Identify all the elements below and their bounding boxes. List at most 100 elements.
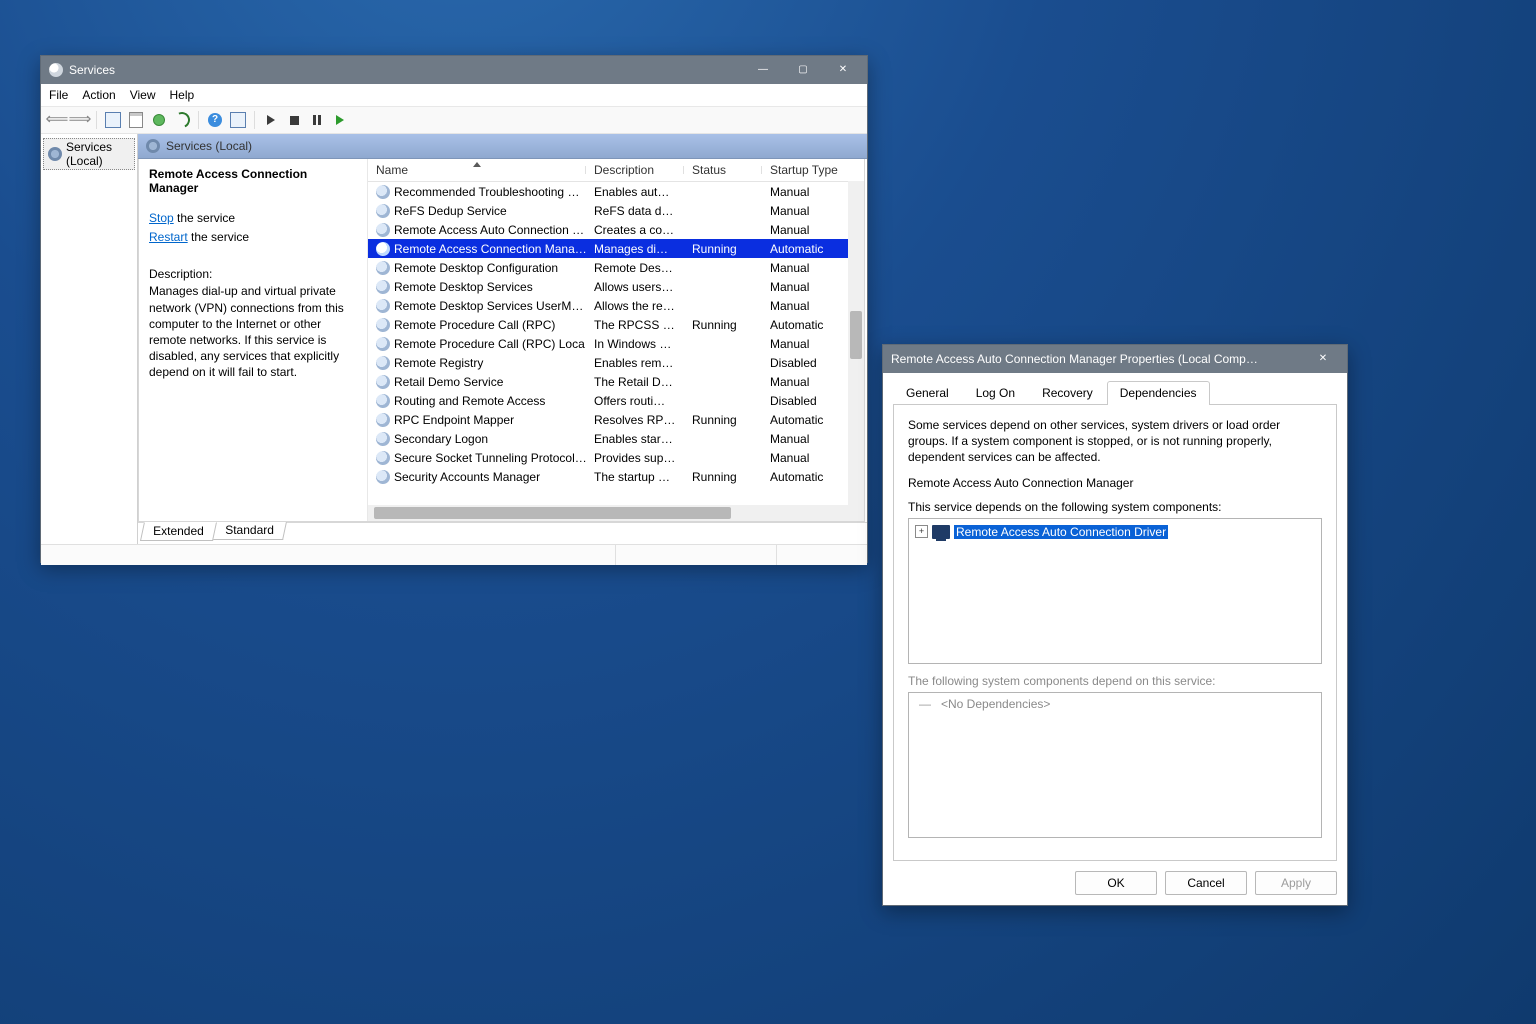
show-hide-tree-button[interactable]	[103, 110, 123, 130]
service-desc-cell: The RPCSS s…	[586, 318, 684, 332]
vertical-scrollbar[interactable]	[848, 181, 864, 505]
apply-button[interactable]: Apply	[1255, 871, 1337, 895]
service-desc-cell: Resolves RP…	[586, 413, 684, 427]
console-tree[interactable]: Services (Local)	[41, 134, 138, 544]
nav-forward-button[interactable]: ⟹	[70, 110, 90, 130]
service-row[interactable]: Remote Access Auto Connection …Creates a…	[368, 220, 864, 239]
start-service-button[interactable]	[261, 110, 281, 130]
horizontal-scrollbar[interactable]	[368, 505, 864, 521]
tab-dependencies[interactable]: Dependencies	[1107, 381, 1210, 405]
service-desc-cell: In Windows …	[586, 337, 684, 351]
view-tabs: Extended Standard	[138, 522, 867, 544]
tab-extended[interactable]: Extended	[140, 522, 217, 541]
no-dependencies-item: — <No Dependencies>	[915, 697, 1315, 711]
service-icon	[376, 280, 390, 294]
pause-service-button[interactable]	[307, 110, 327, 130]
service-icon	[376, 204, 390, 218]
gear-icon	[48, 147, 62, 161]
refresh-button[interactable]	[149, 110, 169, 130]
service-row[interactable]: Retail Demo ServiceThe Retail D…Manual	[368, 372, 864, 391]
service-row[interactable]: Remote RegistryEnables rem…Disabled	[368, 353, 864, 372]
service-row[interactable]: ReFS Dedup ServiceReFS data d…Manual	[368, 201, 864, 220]
service-icon	[376, 337, 390, 351]
column-button[interactable]	[228, 110, 248, 130]
services-grid[interactable]: Name Description Status Startup Type Rec…	[368, 159, 864, 521]
properties-button[interactable]	[126, 110, 146, 130]
grid-header[interactable]: Name Description Status Startup Type	[368, 159, 864, 182]
selected-service-name: Remote Access Connection Manager	[149, 167, 357, 195]
menu-file[interactable]: File	[49, 88, 68, 102]
dialog-buttons: OK Cancel Apply	[893, 861, 1337, 895]
tab-general[interactable]: General	[893, 381, 962, 405]
tab-log-on[interactable]: Log On	[963, 381, 1028, 405]
restart-service-link[interactable]: Restart	[149, 230, 188, 244]
pane-title: Services (Local)	[166, 139, 252, 153]
dependents-tree[interactable]: — <No Dependencies>	[908, 692, 1322, 838]
service-row[interactable]: Remote Procedure Call (RPC) Loca…In Wind…	[368, 334, 864, 353]
minimize-button[interactable]: —	[743, 56, 783, 84]
help-button[interactable]: ?	[205, 110, 225, 130]
depends-on-tree[interactable]: + Remote Access Auto Connection Driver	[908, 518, 1322, 664]
service-name-cell: Remote Registry	[394, 356, 483, 370]
service-row[interactable]: Remote Access Connection Mana…Manages di…	[368, 239, 864, 258]
service-row[interactable]: Recommended Troubleshooting …Enables aut…	[368, 182, 864, 201]
stop-service-link[interactable]: Stop	[149, 211, 174, 225]
properties-title: Remote Access Auto Connection Manager Pr…	[891, 352, 1303, 366]
restart-service-button[interactable]	[330, 110, 350, 130]
service-icon	[376, 470, 390, 484]
service-icon	[376, 223, 390, 237]
service-row[interactable]: RPC Endpoint MapperResolves RP…RunningAu…	[368, 410, 864, 429]
tree-services-local[interactable]: Services (Local)	[43, 138, 135, 170]
dependencies-service-name: Remote Access Auto Connection Manager	[908, 476, 1322, 490]
service-row[interactable]: Security Accounts Manager The startup …Ru…	[368, 467, 864, 486]
service-row[interactable]: Routing and Remote AccessOffers routi…Di…	[368, 391, 864, 410]
description-text: Manages dial-up and virtual private netw…	[149, 283, 357, 380]
service-name-cell: Recommended Troubleshooting …	[394, 185, 579, 199]
service-icon	[376, 375, 390, 389]
service-row[interactable]: Remote Desktop Services UserM…Allows the…	[368, 296, 864, 315]
col-description[interactable]: Description	[586, 163, 684, 177]
col-name[interactable]: Name	[368, 163, 586, 177]
dependents-label: The following system components depend o…	[908, 674, 1322, 688]
description-label: Description:	[149, 267, 357, 281]
service-name-cell: Secondary Logon	[394, 432, 488, 446]
service-icon	[376, 394, 390, 408]
expand-icon[interactable]: +	[915, 525, 928, 538]
service-row[interactable]: Remote Desktop ConfigurationRemote Des…M…	[368, 258, 864, 277]
maximize-button[interactable]: ▢	[783, 56, 823, 84]
export-list-button[interactable]	[172, 110, 192, 130]
service-name-cell: Security Accounts Manager	[394, 470, 540, 484]
service-row[interactable]: Secure Socket Tunneling Protocol…Provide…	[368, 448, 864, 467]
tree-root-label: Services (Local)	[66, 140, 130, 168]
cancel-button[interactable]: Cancel	[1165, 871, 1247, 895]
col-status[interactable]: Status	[684, 163, 762, 177]
depends-on-item[interactable]: + Remote Access Auto Connection Driver	[915, 523, 1315, 541]
props-close-button[interactable]: ✕	[1303, 345, 1343, 373]
menu-help[interactable]: Help	[170, 88, 195, 102]
service-name-cell: RPC Endpoint Mapper	[394, 413, 514, 427]
services-titlebar[interactable]: Services — ▢ ✕	[41, 56, 867, 84]
menubar: File Action View Help	[41, 84, 867, 107]
service-desc-cell: The startup …	[586, 470, 684, 484]
stop-service-button[interactable]	[284, 110, 304, 130]
service-desc-cell: Enables start…	[586, 432, 684, 446]
ok-button[interactable]: OK	[1075, 871, 1157, 895]
service-row[interactable]: Remote Procedure Call (RPC)The RPCSS s…R…	[368, 315, 864, 334]
nav-back-button[interactable]: ⟸	[47, 110, 67, 130]
service-name-cell: Secure Socket Tunneling Protocol…	[394, 451, 586, 465]
menu-view[interactable]: View	[130, 88, 156, 102]
service-name-cell: Remote Access Auto Connection …	[394, 223, 584, 237]
tab-recovery[interactable]: Recovery	[1029, 381, 1106, 405]
service-desc-cell: Creates a co…	[586, 223, 684, 237]
service-status-cell: Running	[684, 413, 762, 427]
service-row[interactable]: Remote Desktop ServicesAllows users …Man…	[368, 277, 864, 296]
service-row[interactable]: Secondary LogonEnables start…Manual	[368, 429, 864, 448]
tab-standard[interactable]: Standard	[212, 522, 287, 540]
menu-action[interactable]: Action	[82, 88, 115, 102]
services-title: Services	[69, 63, 115, 77]
close-button[interactable]: ✕	[823, 56, 863, 84]
col-startup-type[interactable]: Startup Type	[762, 163, 864, 177]
properties-titlebar[interactable]: Remote Access Auto Connection Manager Pr…	[883, 345, 1347, 373]
service-desc-cell: Offers routi…	[586, 394, 684, 408]
service-status-cell: Running	[684, 470, 762, 484]
